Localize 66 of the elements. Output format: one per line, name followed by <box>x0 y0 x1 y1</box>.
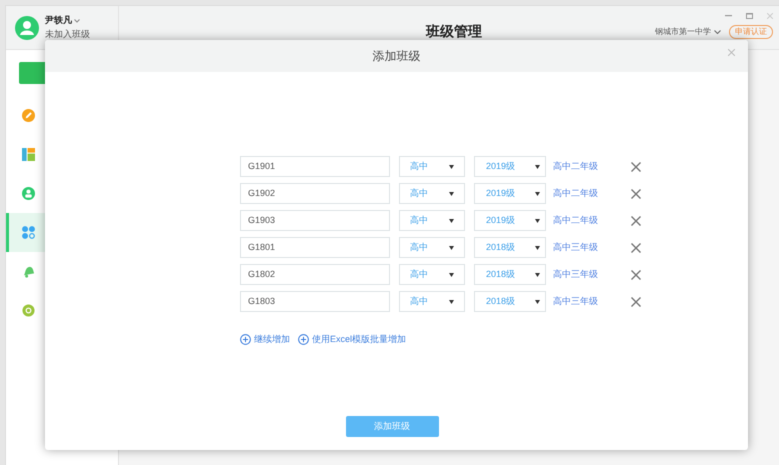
stage-select[interactable]: 高中 <box>399 210 465 231</box>
maximize-icon[interactable] <box>746 13 753 19</box>
year-select[interactable]: 2019级 <box>474 210 546 231</box>
caret-icon <box>449 272 454 276</box>
stage-select[interactable]: 高中 <box>399 237 465 258</box>
stage-select[interactable]: 高中 <box>399 183 465 204</box>
school-dropdown[interactable]: 钢城市第一中学 <box>655 26 721 38</box>
caret-icon <box>535 272 540 276</box>
avatar-icon <box>15 16 39 40</box>
class-name-field[interactable]: G1802 <box>240 264 390 285</box>
grade-label: 高中三年级 <box>553 240 599 254</box>
minimize-icon[interactable] <box>725 15 732 17</box>
dialog-title: 添加班级 <box>372 48 420 65</box>
caret-icon <box>535 246 540 250</box>
panel-icon <box>22 148 35 161</box>
certify-button[interactable]: 申请认证 <box>729 25 773 39</box>
caret-icon <box>449 218 454 222</box>
caret-icon <box>449 246 454 250</box>
year-select[interactable]: 2018级 <box>474 291 546 312</box>
add-class-button[interactable]: 添加班级 <box>346 416 438 437</box>
grade-label: 高中二年级 <box>553 160 599 173</box>
grade-label: 高中三年级 <box>553 268 599 281</box>
class-name-field[interactable]: G1901 <box>240 156 390 177</box>
bell-icon <box>22 265 35 278</box>
caret-icon <box>535 300 540 304</box>
add-link[interactable]: 使用Excel模版批量增加 <box>298 333 406 346</box>
user-icon <box>22 187 35 200</box>
grade-label: 高中二年级 <box>553 186 599 200</box>
year-select[interactable]: 2018级 <box>474 264 546 285</box>
caret-icon <box>449 300 454 304</box>
grade-label: 高中二年级 <box>553 214 599 227</box>
year-select[interactable]: 2019级 <box>474 156 546 177</box>
caret-icon <box>449 164 454 168</box>
plus-circle-icon <box>240 334 251 346</box>
delete-icon[interactable] <box>631 162 641 172</box>
grade-label: 高中三年级 <box>553 294 599 308</box>
chevron-icon <box>74 18 80 23</box>
year-select[interactable]: 2018级 <box>474 237 546 258</box>
close-icon[interactable] <box>728 49 735 56</box>
apps-icon <box>22 226 35 239</box>
plus-circle-icon <box>298 334 309 346</box>
delete-icon[interactable] <box>631 188 641 198</box>
gear-icon <box>22 304 35 317</box>
class-status: 未加入班级 <box>45 28 90 40</box>
stage-select[interactable]: 高中 <box>399 156 465 177</box>
close-icon[interactable] <box>767 13 773 19</box>
delete-icon[interactable] <box>631 242 641 252</box>
stage-select[interactable]: 高中 <box>399 264 465 285</box>
year-select[interactable]: 2019级 <box>474 183 546 204</box>
delete-icon[interactable] <box>631 270 641 280</box>
page-title: 班级管理 <box>426 22 482 41</box>
add-link[interactable]: 继续增加 <box>240 333 290 346</box>
chevron-icon <box>714 30 721 34</box>
caret-icon <box>535 192 540 196</box>
class-name-field[interactable]: G1902 <box>240 183 390 204</box>
caret-icon <box>449 192 454 196</box>
stage-select[interactable]: 高中 <box>399 291 465 312</box>
pencil-icon <box>22 109 35 122</box>
class-name-field[interactable]: G1803 <box>240 291 390 312</box>
caret-icon <box>535 218 540 222</box>
delete-icon[interactable] <box>631 216 641 226</box>
class-name-field[interactable]: G1801 <box>240 237 390 258</box>
delete-icon[interactable] <box>631 296 641 306</box>
user-name: 尹轶凡 <box>45 14 72 27</box>
caret-icon <box>535 164 540 168</box>
class-name-field[interactable]: G1903 <box>240 210 390 231</box>
